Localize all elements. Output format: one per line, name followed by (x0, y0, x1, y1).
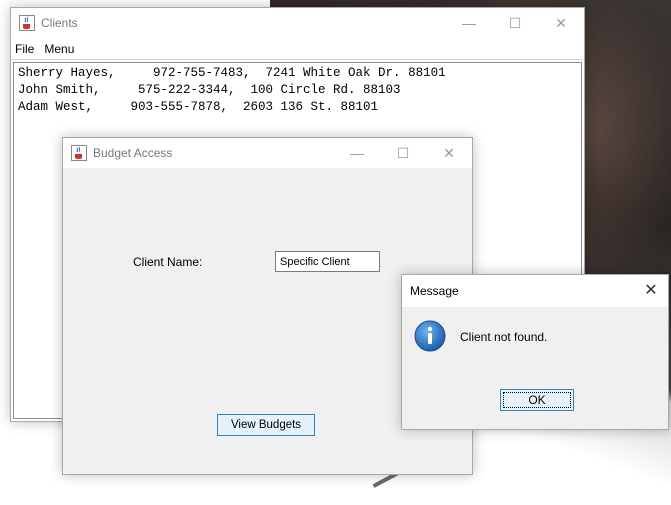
info-icon (414, 320, 446, 352)
clients-window-controls: — ☐ ✕ (446, 8, 584, 38)
message-titlebar[interactable]: Message ✕ (402, 275, 668, 307)
menu-menu[interactable]: Menu (44, 42, 74, 56)
message-dialog: Message ✕ Client not found. OK (401, 274, 669, 430)
menu-file[interactable]: File (15, 42, 34, 56)
client-line: John Smith, 575-222-3344, 100 Circle Rd.… (18, 83, 401, 97)
maximize-button[interactable]: ☐ (380, 138, 426, 168)
view-budgets-button[interactable]: View Budgets (217, 414, 315, 436)
client-line: Adam West, 903-555-7878, 2603 136 St. 88… (18, 100, 379, 114)
clients-menubar: File Menu (11, 38, 584, 60)
close-button[interactable]: ✕ (538, 8, 584, 38)
clients-titlebar[interactable]: Clients — ☐ ✕ (11, 8, 584, 38)
close-button[interactable]: ✕ (634, 275, 668, 305)
close-button[interactable]: ✕ (426, 138, 472, 168)
maximize-button[interactable]: ☐ (492, 8, 538, 38)
budget-window-controls: — ☐ ✕ (334, 138, 472, 168)
client-name-input[interactable] (275, 251, 380, 272)
client-line: Sherry Hayes, 972-755-7483, 7241 White O… (18, 66, 446, 80)
message-window-controls: ✕ (634, 275, 668, 305)
budget-titlebar[interactable]: Budget Access — ☐ ✕ (63, 138, 472, 168)
message-title: Message (410, 284, 459, 298)
ok-button[interactable]: OK (500, 389, 574, 411)
budget-title: Budget Access (93, 146, 173, 160)
minimize-button[interactable]: — (446, 8, 492, 38)
message-text: Client not found. (460, 330, 548, 344)
java-cup-icon (19, 15, 35, 31)
client-name-label: Client Name: (133, 255, 203, 269)
java-cup-icon (71, 145, 87, 161)
clients-title: Clients (41, 16, 78, 30)
minimize-button[interactable]: — (334, 138, 380, 168)
